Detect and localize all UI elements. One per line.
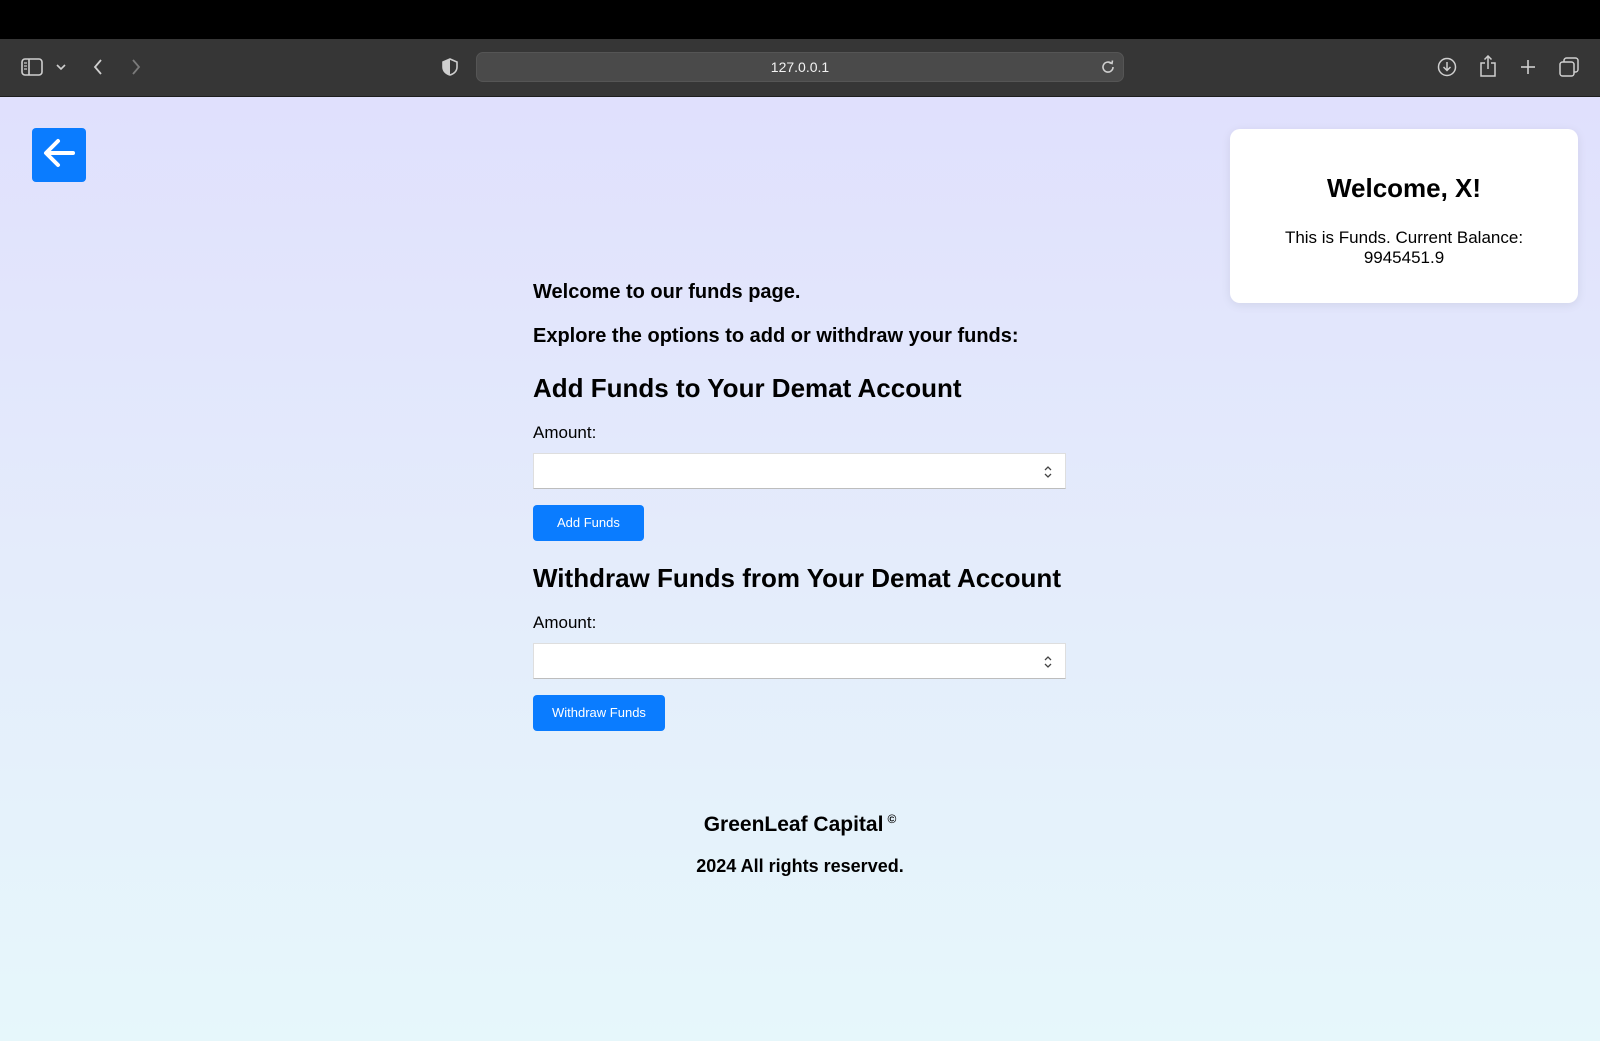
add-amount-label: Amount: (533, 423, 597, 442)
funds-content: Welcome to our funds page. Explore the o… (533, 280, 1068, 731)
chevron-down-icon[interactable] (54, 59, 68, 75)
withdraw-amount-input[interactable] (534, 644, 1065, 678)
number-stepper-icon[interactable] (1043, 654, 1053, 670)
sidebar-icon[interactable] (20, 56, 44, 78)
url-text: 127.0.0.1 (770, 59, 830, 75)
share-icon[interactable] (1478, 54, 1498, 78)
intro-subheading: Explore the options to add or withdraw y… (533, 325, 1019, 347)
welcome-title: Welcome, X! (1326, 173, 1482, 203)
welcome-card: Welcome, X! This is Funds. Current Balan… (1230, 129, 1578, 303)
number-stepper-icon[interactable] (1043, 464, 1053, 480)
footer-rights: 2024 All rights reserved. (696, 856, 904, 876)
chevron-left-icon[interactable] (88, 56, 108, 78)
add-funds-button[interactable]: Add Funds (533, 505, 644, 541)
add-amount-input[interactable] (534, 454, 1065, 488)
add-funds-title: Add Funds to Your Demat Account (533, 373, 962, 403)
browser-toolbar: 127.0.0.1 (0, 39, 1600, 97)
back-button[interactable] (32, 128, 86, 182)
download-icon[interactable] (1436, 56, 1458, 78)
brand-name: GreenLeaf Capital (703, 813, 884, 836)
reload-icon[interactable] (1099, 58, 1117, 76)
tabs-overview-icon[interactable] (1558, 56, 1580, 78)
withdraw-amount-field[interactable] (533, 643, 1066, 679)
plus-icon[interactable] (1517, 56, 1539, 78)
footer: GreenLeaf Capital © 2024 All rights reser… (0, 806, 1600, 877)
menu-bar-area (0, 0, 1600, 39)
add-amount-field[interactable] (533, 453, 1066, 489)
copyright-symbol: © (887, 812, 897, 826)
intro-heading: Welcome to our funds page. (533, 281, 801, 303)
address-bar[interactable]: 127.0.0.1 (476, 52, 1124, 82)
balance-message: This is Funds. Current Balance: 9945451.… (1284, 228, 1524, 267)
footer-brand: GreenLeaf Capital © (0, 806, 1600, 838)
page-body: Welcome, X! This is Funds. Current Balan… (0, 97, 1600, 1041)
shield-icon[interactable] (440, 57, 460, 77)
withdraw-funds-button[interactable]: Withdraw Funds (533, 695, 665, 731)
chevron-right-icon[interactable] (126, 56, 146, 78)
withdraw-funds-title: Withdraw Funds from Your Demat Account (533, 563, 1061, 593)
withdraw-amount-label: Amount: (533, 613, 597, 632)
arrow-left-icon (42, 138, 76, 173)
